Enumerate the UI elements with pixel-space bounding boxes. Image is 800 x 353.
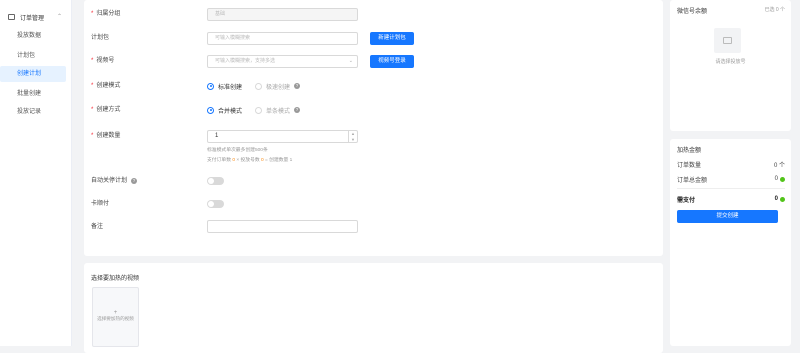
submit-button[interactable]: 提交创建 bbox=[677, 210, 778, 223]
create-plan-form: * 归属分组 基础 计划包 可输入模糊搜索 新建计划包 * 视频号 可输入模糊搜索，… bbox=[84, 0, 663, 256]
group-label: * 归属分组 bbox=[91, 11, 121, 17]
help-icon[interactable]: ? bbox=[294, 107, 301, 113]
empty-icon bbox=[714, 28, 741, 53]
count-formula: 支付订单数 0 × 投放号数 0 = 创建数量 1 bbox=[207, 158, 293, 163]
card-toggle[interactable] bbox=[207, 200, 224, 208]
create-mode-label: * 创建模式 bbox=[91, 83, 121, 89]
menu-group-label: 订单管理 bbox=[20, 15, 45, 22]
coin-icon bbox=[780, 196, 785, 202]
order-icon bbox=[8, 14, 15, 20]
stepper-down-icon[interactable]: ▼ bbox=[349, 137, 357, 143]
radio-fast[interactable]: 极速创建? bbox=[255, 81, 301, 91]
card-label: 卡顺付 bbox=[91, 201, 110, 207]
order-total-row: 订单总金额 0 bbox=[677, 174, 785, 184]
folder-icon bbox=[723, 37, 732, 44]
auto-close-label: 自动关停计划? bbox=[91, 178, 138, 184]
count-note: 标准模式单次最多创建500条 bbox=[207, 148, 268, 153]
remark-label: 备注 bbox=[91, 224, 104, 230]
balance-title: 微信号余额 bbox=[677, 9, 708, 15]
sidebar-item-records[interactable]: 投放记录 bbox=[0, 104, 66, 120]
empty-text: 请选择投放号 bbox=[715, 59, 746, 65]
quantity-stepper[interactable]: 1 ▲ ▼ bbox=[207, 130, 358, 143]
balance-panel: 微信号余额 已选 0 个 请选择投放号 bbox=[670, 0, 791, 131]
coin-icon bbox=[780, 176, 785, 182]
chevron-down-icon: ⌄ bbox=[348, 58, 353, 64]
radio-standard[interactable]: 标准创建 bbox=[207, 81, 242, 91]
sidebar-item-create-plan[interactable]: 创建计划 bbox=[0, 66, 66, 82]
video-section: 选择要加热的视频 + 选择要加热的视频 bbox=[84, 263, 663, 353]
divider bbox=[677, 188, 785, 189]
video-select[interactable]: 可输入模糊搜索，支持多选 ⌄ bbox=[207, 55, 358, 68]
plan-pack-label: 计划包 bbox=[91, 35, 110, 41]
group-field: 基础 bbox=[207, 8, 358, 21]
add-video-button[interactable]: + 选择要加热的视频 bbox=[92, 287, 139, 347]
summary-panel: 加热金额 订单数量 0 个 订单总金额 0 需支付 0 提交创建 bbox=[670, 139, 791, 346]
sidebar: 订单管理 ⌃ 投放数据 计划包 创建计划 批量创建 投放记录 bbox=[0, 0, 72, 346]
menu-group-order[interactable]: 订单管理 ⌃ bbox=[8, 12, 68, 22]
sidebar-item-plan-pack[interactable]: 计划包 bbox=[0, 48, 66, 64]
create-way-label: * 创建方式 bbox=[91, 107, 121, 113]
help-icon[interactable]: ? bbox=[294, 83, 301, 89]
summary-title: 加热金额 bbox=[677, 148, 702, 154]
plan-pack-input[interactable]: 可输入模糊搜索 bbox=[207, 32, 358, 45]
sidebar-item-batch-create[interactable]: 批量创建 bbox=[0, 86, 66, 102]
video-label: * 视频号 bbox=[91, 58, 115, 64]
remark-input[interactable] bbox=[207, 220, 358, 233]
order-count-row: 订单数量 0 个 bbox=[677, 162, 785, 169]
chevron-up-icon: ⌃ bbox=[56, 14, 62, 20]
selected-count: 已选 0 个 bbox=[764, 7, 785, 13]
auto-close-toggle[interactable] bbox=[207, 177, 224, 185]
video-section-title: 选择要加热的视频 bbox=[91, 276, 140, 282]
count-label: * 创建数量 bbox=[91, 133, 121, 139]
video-login-button[interactable]: 视频号登录 bbox=[370, 55, 414, 68]
help-icon[interactable]: ? bbox=[131, 178, 138, 184]
pay-row: 需支付 0 bbox=[677, 194, 785, 204]
radio-single[interactable]: 单条模式? bbox=[255, 105, 301, 115]
radio-merge[interactable]: 合并模式 bbox=[207, 105, 242, 115]
sidebar-item-data[interactable]: 投放数据 bbox=[0, 28, 66, 44]
new-plan-pack-button[interactable]: 新建计划包 bbox=[370, 32, 414, 45]
add-video-label: 选择要加热的视频 bbox=[97, 316, 134, 321]
